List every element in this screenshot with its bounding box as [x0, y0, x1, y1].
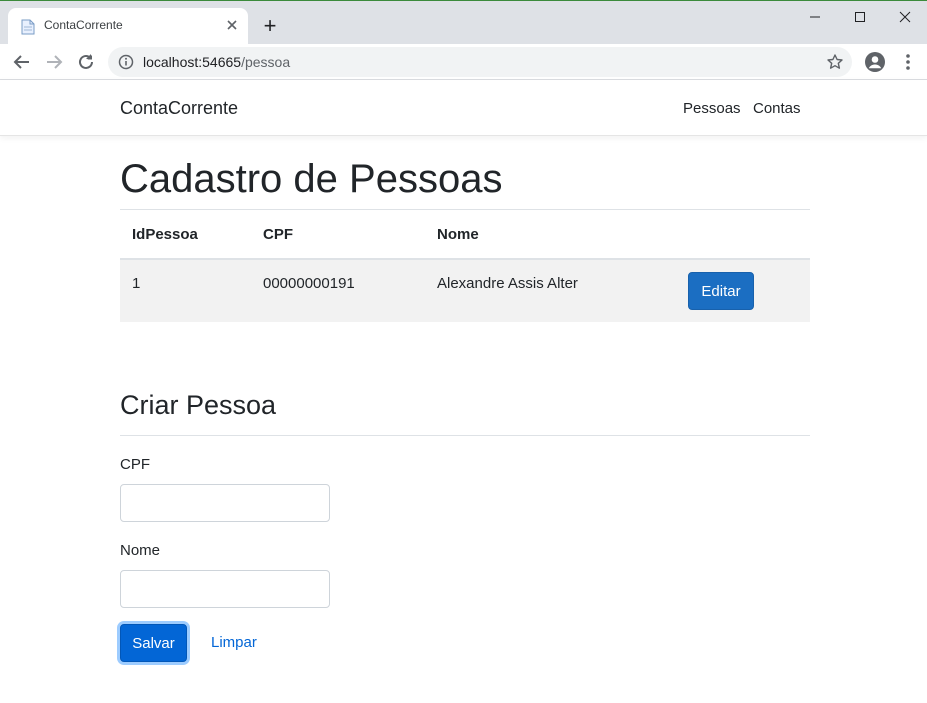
- nav-link-pessoas[interactable]: Pessoas: [683, 100, 741, 117]
- url-text: localhost:54665/pessoa: [143, 54, 290, 70]
- cell-cpf: 00000000191: [263, 275, 355, 292]
- site-navbar: ContaCorrente Pessoas Contas: [0, 80, 927, 136]
- form-title: Criar Pessoa: [120, 390, 277, 420]
- column-header-nome: Nome: [437, 226, 479, 243]
- site-info-icon[interactable]: [118, 54, 134, 70]
- forward-arrow-icon[interactable]: [42, 50, 66, 74]
- tab-title: ContaCorrente: [44, 18, 123, 32]
- minimize-window-icon[interactable]: [792, 5, 838, 29]
- address-bar[interactable]: localhost:54665/pessoa: [108, 47, 852, 77]
- navbar-brand[interactable]: ContaCorrente: [120, 98, 238, 119]
- column-header-cpf: CPF: [263, 226, 293, 243]
- close-tab-icon[interactable]: [224, 17, 240, 33]
- close-window-icon[interactable]: [882, 5, 927, 29]
- nome-input[interactable]: [120, 570, 330, 608]
- edit-button[interactable]: Editar: [688, 272, 754, 310]
- table-row: 1 00000000191 Alexandre Assis Alter Edit…: [120, 260, 810, 322]
- back-arrow-icon[interactable]: [10, 50, 34, 74]
- reload-icon[interactable]: [74, 50, 98, 74]
- nome-label: Nome: [120, 542, 161, 559]
- cpf-input[interactable]: [120, 484, 330, 522]
- maximize-window-icon[interactable]: [837, 5, 883, 29]
- bookmark-star-icon[interactable]: [826, 53, 844, 71]
- cpf-label: CPF: [120, 456, 150, 473]
- title-divider: [120, 209, 810, 210]
- page-title: Cadastro de Pessoas: [120, 157, 503, 201]
- profile-avatar-icon[interactable]: [864, 51, 886, 73]
- form-divider: [120, 435, 810, 436]
- new-tab-button[interactable]: +: [258, 15, 282, 39]
- clear-link[interactable]: Limpar: [211, 634, 257, 651]
- save-button[interactable]: Salvar: [120, 624, 187, 662]
- cell-idpessoa: 1: [132, 275, 141, 292]
- browser-toolbar: localhost:54665/pessoa: [0, 44, 927, 80]
- browser-titlebar: ContaCorrente +: [0, 0, 927, 45]
- column-header-idpessoa: IdPessoa: [132, 226, 198, 243]
- nav-link-contas[interactable]: Contas: [753, 100, 801, 117]
- browser-menu-icon[interactable]: [900, 52, 916, 72]
- browser-tab[interactable]: ContaCorrente: [8, 8, 248, 45]
- url-path: /pessoa: [241, 54, 291, 70]
- url-host: localhost:54665: [143, 54, 242, 70]
- cell-nome: Alexandre Assis Alter: [437, 275, 578, 292]
- page-favicon-icon: [21, 19, 35, 35]
